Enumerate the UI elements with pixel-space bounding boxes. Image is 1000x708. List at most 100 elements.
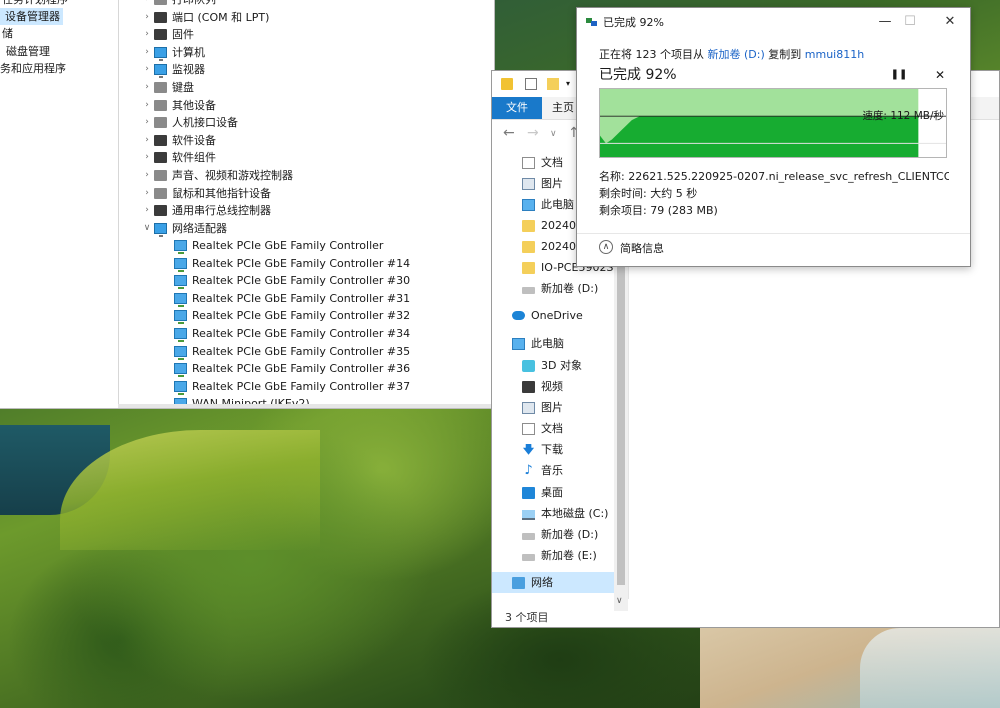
- device-category-label: 软件设备: [172, 133, 216, 147]
- network-adapter-item[interactable]: Realtek PCIe GbE Family Controller #30: [174, 272, 410, 290]
- nav-documents-pc[interactable]: 文档: [522, 418, 563, 439]
- port-icon: [154, 11, 167, 23]
- nav-device-manager[interactable]: 设备管理器: [0, 8, 63, 25]
- chevron-right-icon[interactable]: ›: [140, 149, 154, 166]
- firmware-icon: [154, 29, 167, 41]
- network-adapter-label: Realtek PCIe GbE Family Controller #34: [192, 327, 411, 340]
- video-icon: [522, 380, 535, 393]
- chevron-down-icon[interactable]: ∨: [550, 129, 557, 139]
- pause-button[interactable]: ❚❚: [890, 66, 908, 84]
- chevron-right-icon[interactable]: ›: [140, 0, 154, 8]
- cancel-button[interactable]: ✕: [931, 66, 949, 84]
- network-adapter-icon: [174, 240, 187, 254]
- network-adapter-label: Realtek PCIe GbE Family Controller #14: [192, 256, 411, 270]
- nav-drive-d-quick[interactable]: 新加卷 (D:): [522, 278, 598, 299]
- device-category[interactable]: › 软件设备: [140, 132, 216, 149]
- device-category[interactable]: › 通用串行总线控制器: [140, 202, 271, 219]
- nav-item-label: 新加卷 (E:): [541, 549, 597, 562]
- nav-onedrive[interactable]: OneDrive: [512, 305, 583, 326]
- network-adapter-item[interactable]: Realtek PCIe GbE Family Controller #34: [174, 325, 410, 342]
- nav-documents[interactable]: 文档: [522, 152, 563, 173]
- nav-disk-management[interactable]: 磁盘管理: [6, 43, 50, 60]
- chevron-right-icon[interactable]: ›: [140, 185, 154, 202]
- source-link[interactable]: 新加卷 (D:): [708, 48, 765, 61]
- chevron-right-icon[interactable]: ›: [140, 44, 154, 61]
- device-category-label: 端口 (COM 和 LPT): [172, 10, 270, 24]
- nav-desktop[interactable]: 桌面: [522, 482, 563, 503]
- less-details-button[interactable]: 简略信息: [620, 240, 664, 256]
- nav-this-pc-quick[interactable]: 此电脑: [522, 194, 574, 215]
- back-arrow-icon[interactable]: ←: [503, 125, 515, 141]
- printer-icon: [154, 0, 167, 5]
- device-category[interactable]: › 端口 (COM 和 LPT): [140, 9, 269, 26]
- device-category-label: 键盘: [172, 81, 194, 94]
- chevron-right-icon[interactable]: ›: [140, 202, 154, 219]
- network-adapter-item[interactable]: Realtek PCIe GbE Family Controller #35: [174, 343, 410, 360]
- chevron-right-icon[interactable]: ›: [140, 132, 154, 149]
- device-category[interactable]: ∨ 网络适配器: [140, 220, 227, 237]
- tab-home[interactable]: 主页: [552, 97, 574, 119]
- nav-folder-2[interactable]: 202407: [522, 236, 583, 257]
- nav-downloads[interactable]: 🡇 下载: [522, 439, 563, 460]
- network-adapter-icon: [174, 328, 187, 342]
- new-folder-icon[interactable]: [547, 78, 559, 90]
- network-adapter-label: Realtek PCIe GbE Family Controller #36: [192, 362, 411, 376]
- horizontal-scrollbar[interactable]: [118, 404, 494, 408]
- nav-pictures-pc[interactable]: 图片: [522, 397, 563, 418]
- nav-item-label: 下载: [541, 443, 563, 456]
- chevron-right-icon[interactable]: ›: [140, 9, 154, 26]
- device-category[interactable]: › 计算机: [140, 44, 205, 61]
- chevron-right-icon[interactable]: ›: [140, 114, 154, 131]
- nav-this-pc[interactable]: 此电脑: [512, 333, 564, 354]
- chevron-right-icon[interactable]: ›: [140, 61, 154, 78]
- maximize-button[interactable]: ☐: [895, 12, 925, 32]
- device-category[interactable]: › 其他设备: [140, 97, 216, 114]
- chevron-right-icon[interactable]: ›: [140, 97, 154, 114]
- chevron-down-icon[interactable]: ∨: [140, 220, 154, 237]
- nav-music[interactable]: ♪ 音乐: [522, 460, 563, 481]
- nav-drive-d[interactable]: 新加卷 (D:): [522, 524, 598, 545]
- nav-drive-c[interactable]: 本地磁盘 (C:): [522, 503, 608, 524]
- network-adapter-item[interactable]: Realtek PCIe GbE Family Controller #37: [174, 378, 410, 395]
- device-tree: ›打印队列›端口 (COM 和 LPT)›固件›计算机›监视器›键盘›其他设备›…: [120, 0, 494, 408]
- device-category[interactable]: › 键盘: [140, 79, 194, 96]
- destination-link[interactable]: mmui811h: [805, 48, 864, 61]
- network-adapter-item[interactable]: Realtek PCIe GbE Family Controller #14: [174, 255, 410, 272]
- nav-folder-1[interactable]: 202407: [522, 215, 583, 236]
- chevron-right-icon[interactable]: ›: [140, 26, 154, 43]
- nav-network[interactable]: 网络: [492, 572, 614, 593]
- device-category[interactable]: › 软件组件: [140, 149, 216, 166]
- forward-arrow-icon[interactable]: →: [527, 125, 539, 141]
- tab-file[interactable]: 文件: [492, 97, 542, 119]
- nav-services-apps[interactable]: 务和应用程序: [0, 60, 66, 77]
- chevron-up-icon[interactable]: ∧: [599, 240, 613, 254]
- nav-drive-e[interactable]: 新加卷 (E:): [522, 545, 597, 566]
- nav-3d-objects[interactable]: 3D 对象: [522, 355, 582, 376]
- properties-icon[interactable]: [525, 78, 537, 90]
- nav-storage[interactable]: 储: [2, 25, 13, 42]
- device-category[interactable]: › 人机接口设备: [140, 114, 238, 131]
- folder-icon: [522, 240, 535, 253]
- network-adapter-item[interactable]: Realtek PCIe GbE Family Controller #36: [174, 360, 411, 378]
- pictures-icon: [522, 177, 535, 190]
- network-adapter-label: Realtek PCIe GbE Family Controller #37: [192, 379, 411, 393]
- close-button[interactable]: ✕: [935, 12, 965, 32]
- onedrive-cloud-icon: [512, 311, 525, 320]
- nav-videos[interactable]: 视频: [522, 376, 563, 397]
- network-adapter-item[interactable]: Realtek PCIe GbE Family Controller #31: [174, 290, 410, 307]
- nav-item-label: 本地磁盘 (C:): [541, 507, 609, 520]
- network-adapter-item[interactable]: Realtek PCIe GbE Family Controller: [174, 237, 383, 254]
- device-category[interactable]: › 声音、视频和游戏控制器: [140, 167, 293, 184]
- chevron-right-icon[interactable]: ›: [140, 167, 154, 184]
- network-adapter-item[interactable]: Realtek PCIe GbE Family Controller #32: [174, 307, 410, 325]
- device-category[interactable]: › 打印队列: [140, 0, 216, 8]
- device-category[interactable]: › 鼠标和其他指针设备: [140, 185, 271, 202]
- scroll-down-icon[interactable]: ∨: [616, 596, 623, 606]
- nav-task-scheduler[interactable]: 任务计划程序: [2, 0, 68, 8]
- nav-pictures[interactable]: 图片: [522, 173, 563, 194]
- chevron-right-icon[interactable]: ›: [140, 79, 154, 96]
- device-category[interactable]: › 监视器: [140, 61, 205, 79]
- network-adapter-icon: [174, 345, 187, 360]
- device-category[interactable]: › 固件: [140, 26, 194, 43]
- software-device-icon: [154, 134, 167, 146]
